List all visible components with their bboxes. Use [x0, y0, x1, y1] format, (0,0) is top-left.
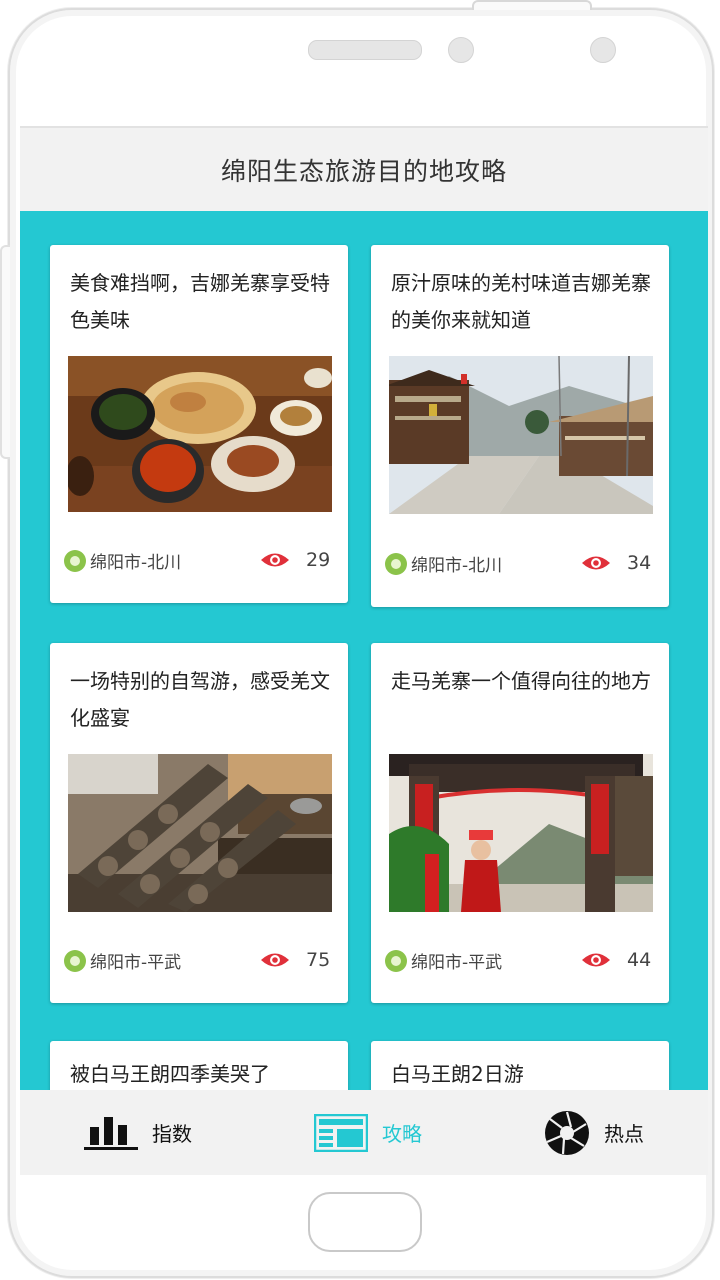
- eye-icon: [261, 953, 289, 967]
- location-text: 绵阳市-北川: [411, 556, 503, 576]
- view-count: 75: [260, 949, 330, 971]
- guide-card[interactable]: 走马羌寨一个值得向往的地方 绵阳市-平武 44: [371, 643, 669, 1003]
- location-text: 绵阳市-平武: [90, 953, 182, 973]
- guide-card[interactable]: 被白马王朗四季美哭了: [50, 1041, 348, 1091]
- view-count: 34: [581, 552, 651, 574]
- page-title: 绵阳生态旅游目的地攻略: [220, 156, 507, 186]
- tab-label: 攻略: [382, 1122, 422, 1146]
- location-pin-icon: [64, 549, 86, 572]
- card-title: 被白马王朗四季美哭了: [70, 1062, 270, 1086]
- home-button[interactable]: [308, 1192, 422, 1252]
- guide-card[interactable]: 白马王朗2日游: [371, 1041, 669, 1091]
- food-dishes-image: [68, 356, 332, 512]
- bottom-tab-bar: 指数 攻略 热点: [20, 1090, 708, 1175]
- location: 绵阳市-北川: [385, 551, 502, 576]
- location-pin-icon: [385, 552, 407, 575]
- eye-icon: [582, 953, 610, 967]
- location-pin-icon: [64, 949, 86, 972]
- card-title: 原汁原味的羌村味道吉娜羌寨的美你来就知道: [391, 271, 651, 332]
- location: 绵阳市-北川: [64, 548, 181, 573]
- aperture-icon: [545, 1110, 589, 1155]
- power-button: [472, 0, 592, 10]
- views-text: 29: [306, 549, 331, 571]
- location: 绵阳市-平武: [64, 948, 181, 973]
- card-title: 白马王朗2日游: [391, 1062, 524, 1086]
- card-title: 一场特别的自驾游，感受羌文化盛宴: [70, 669, 330, 730]
- views-text: 44: [627, 949, 652, 971]
- eye-icon: [582, 556, 610, 570]
- carved-wood-image: [68, 754, 332, 912]
- bar-chart-icon: [84, 1116, 138, 1150]
- tab-guide[interactable]: 攻略: [314, 1090, 422, 1175]
- location-text: 绵阳市-北川: [90, 553, 182, 573]
- eye-icon: [261, 553, 289, 567]
- tab-index[interactable]: 指数: [84, 1090, 192, 1175]
- location-text: 绵阳市-平武: [411, 953, 503, 973]
- earpiece-speaker: [308, 40, 422, 60]
- village-gate-image: [389, 754, 653, 912]
- tab-hot[interactable]: 热点: [544, 1090, 644, 1175]
- view-count: 29: [260, 549, 330, 571]
- card-title: 美食难挡啊，吉娜羌寨享受特色美味: [70, 271, 330, 332]
- app-header: 绵阳生态旅游目的地攻略: [20, 126, 708, 211]
- front-camera: [448, 37, 474, 63]
- card-title: 走马羌寨一个值得向往的地方: [391, 669, 651, 693]
- app-screen: 绵阳生态旅游目的地攻略 美食难挡啊，吉娜羌寨享受特色美味 绵阳市-北川 29 原…: [20, 126, 708, 1175]
- sensor: [590, 37, 616, 63]
- location-pin-icon: [385, 949, 407, 972]
- volume-button: [0, 245, 10, 459]
- guide-card[interactable]: 美食难挡啊，吉娜羌寨享受特色美味 绵阳市-北川 29: [50, 245, 348, 603]
- tab-label: 热点: [604, 1122, 644, 1146]
- location: 绵阳市-平武: [385, 948, 502, 973]
- newspaper-icon: [314, 1113, 368, 1152]
- guide-card[interactable]: 一场特别的自驾游，感受羌文化盛宴 绵阳市-平武 75: [50, 643, 348, 1003]
- guide-card[interactable]: 原汁原味的羌村味道吉娜羌寨的美你来就知道 绵阳市-北川 34: [371, 245, 669, 607]
- village-street-image: [389, 356, 653, 514]
- tab-label: 指数: [152, 1122, 192, 1146]
- view-count: 44: [581, 949, 651, 971]
- views-text: 34: [627, 552, 652, 574]
- guide-list[interactable]: 美食难挡啊，吉娜羌寨享受特色美味 绵阳市-北川 29 原汁原味的羌村味道吉娜羌寨…: [20, 211, 708, 1091]
- views-text: 75: [306, 949, 331, 971]
